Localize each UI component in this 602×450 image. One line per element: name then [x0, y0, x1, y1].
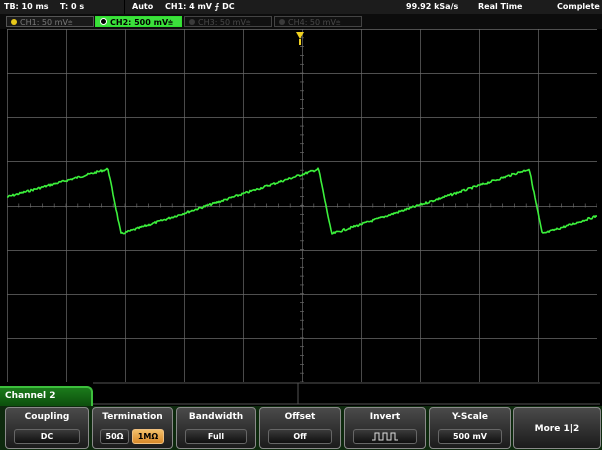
- channel-tab-row: CH1: 50 mV⩧ CH2: 500 mV⩧ CH3: 50 mV⩧ CH4…: [0, 14, 602, 29]
- coupling-label: Coupling: [24, 412, 70, 422]
- bandwidth-button[interactable]: Bandwidth Full: [176, 407, 256, 449]
- termination-label: Termination: [102, 412, 163, 422]
- coupling-value: DC: [14, 429, 80, 444]
- trigger-mode[interactable]: Auto: [132, 0, 153, 14]
- bandwidth-value: Full: [185, 429, 247, 444]
- channel-menu-title: Channel 2: [0, 386, 93, 408]
- status-bar: TB: 10 ms T: 0 s Auto CH1: 4 mV ⨍ DC 99.…: [0, 0, 602, 14]
- more-menu-button[interactable]: More 1|2: [513, 407, 601, 449]
- channel-color-dot-icon: [11, 18, 17, 25]
- trigger-info[interactable]: CH1: 4 mV ⨍ DC: [165, 0, 235, 14]
- offset-value: Off: [268, 429, 332, 444]
- termination-50ohm-option[interactable]: 50Ω: [100, 429, 129, 444]
- timebase-readout[interactable]: TB: 10 ms: [4, 0, 49, 14]
- yscale-label: Y-Scale: [451, 412, 488, 422]
- channel2-waveform-trace: [7, 167, 597, 235]
- yscale-value: 500 mV: [438, 429, 502, 444]
- offset-button[interactable]: Offset Off: [259, 407, 341, 449]
- channel-color-dot-icon: [279, 18, 285, 25]
- trigger-marker-stem: [299, 39, 301, 45]
- channel-tab-ch4[interactable]: CH4: 50 mV⩧: [274, 16, 362, 27]
- termination-button[interactable]: Termination 50Ω 1MΩ: [92, 407, 173, 449]
- channel-tab-ch1[interactable]: CH1: 50 mV⩧: [6, 16, 94, 27]
- bandwidth-label: Bandwidth: [188, 412, 244, 422]
- acquisition-mode: Real Time: [478, 2, 523, 11]
- channel-color-dot-icon: [100, 18, 107, 25]
- invert-button[interactable]: Invert: [344, 407, 426, 449]
- trigger-time-readout[interactable]: T: 0 s: [60, 0, 84, 14]
- invert-label: Invert: [369, 412, 401, 422]
- acquisition-state: Complete: [557, 2, 600, 11]
- offset-label: Offset: [284, 412, 316, 422]
- channel-color-dot-icon: [189, 18, 195, 25]
- channel-tab-ch3[interactable]: CH3: 50 mV⩧: [184, 16, 272, 27]
- sample-rate: 99.92 kSa/s: [406, 2, 459, 11]
- yscale-button[interactable]: Y-Scale 500 mV: [429, 407, 511, 449]
- graticule-ticks: [7, 29, 597, 382]
- coupling-button[interactable]: Coupling DC: [5, 407, 89, 449]
- termination-1mohm-option[interactable]: 1MΩ: [132, 429, 164, 444]
- overview-strip: [93, 382, 600, 405]
- invert-waveform-icon: [353, 429, 417, 444]
- waveform-display[interactable]: [7, 29, 597, 382]
- channel-tab-ch2[interactable]: CH2: 500 mV⩧: [95, 16, 182, 27]
